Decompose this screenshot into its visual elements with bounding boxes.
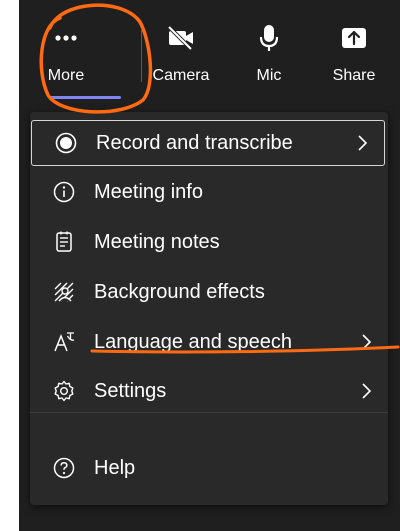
toolbar-divider xyxy=(141,30,142,82)
menu-item-label: Help xyxy=(94,456,136,479)
menu-divider xyxy=(30,412,388,413)
language-icon xyxy=(50,328,78,356)
help-icon xyxy=(50,454,78,482)
chevron-right-icon xyxy=(356,121,368,165)
camera-off-icon xyxy=(146,18,216,58)
share-button[interactable]: Share xyxy=(319,18,389,98)
share-label: Share xyxy=(332,67,376,84)
menu-item-label: Background effects xyxy=(94,280,265,303)
camera-button[interactable]: Camera xyxy=(146,18,216,98)
menu-item-record-and-transcribe[interactable]: Record and transcribe xyxy=(31,120,385,166)
more-label: More xyxy=(47,67,85,84)
chevron-right-icon xyxy=(360,319,372,365)
notes-icon xyxy=(50,228,78,256)
microphone-icon xyxy=(234,18,304,58)
menu-item-background-effects[interactable]: Background effects xyxy=(30,269,388,315)
chevron-right-icon xyxy=(360,368,372,414)
menu-item-settings[interactable]: Settings xyxy=(30,368,388,414)
menu-item-label: Meeting info xyxy=(94,180,203,203)
mic-label: Mic xyxy=(256,67,282,84)
record-icon xyxy=(52,129,80,157)
mic-button[interactable]: Mic xyxy=(234,18,304,98)
share-icon xyxy=(319,18,389,58)
more-menu: Record and transcribe Meeting info Meeti… xyxy=(30,112,388,505)
menu-item-label: Language and speech xyxy=(94,330,292,353)
menu-item-label: Record and transcribe xyxy=(96,131,293,154)
screen: More Camera Mic Share Record and transcr… xyxy=(0,0,400,531)
menu-item-meeting-notes[interactable]: Meeting notes xyxy=(30,219,388,265)
more-dots-icon xyxy=(31,18,101,58)
menu-item-label: Meeting notes xyxy=(94,230,220,253)
info-icon xyxy=(50,178,78,206)
menu-item-meeting-info[interactable]: Meeting info xyxy=(30,169,388,215)
background-effects-icon xyxy=(50,278,78,306)
camera-label: Camera xyxy=(152,67,210,84)
meeting-toolbar: More Camera Mic Share xyxy=(19,0,400,108)
more-button[interactable]: More xyxy=(31,18,101,98)
gear-icon xyxy=(50,377,78,405)
active-tab-indicator xyxy=(49,96,121,99)
menu-item-language-and-speech[interactable]: Language and speech xyxy=(30,319,388,365)
menu-item-help[interactable]: Help xyxy=(30,445,388,491)
menu-item-label: Settings xyxy=(94,379,167,402)
